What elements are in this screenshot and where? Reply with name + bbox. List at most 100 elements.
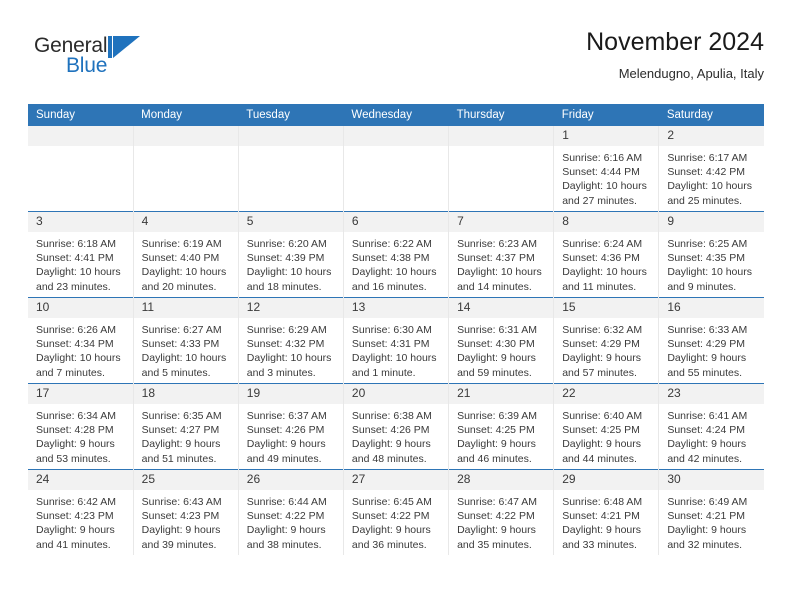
- sunset-text: Sunset: 4:32 PM: [246, 338, 325, 351]
- calendar-day-cell[interactable]: 16 Sunrise: 6:33 AM Sunset: 4:29 PM Dayligh…: [658, 297, 764, 384]
- calendar-day-cell[interactable]: 4 Sunrise: 6:19 AM Sunset: 4:40 PM Daylight…: [133, 211, 239, 298]
- calendar-day-cell[interactable]: 26 Sunrise: 6:44 AM Sunset: 4:22 PM Dayligh…: [238, 469, 344, 555]
- sunset-text: Sunset: 4:28 PM: [36, 424, 114, 437]
- sunrise-text: Sunrise: 6:18 AM: [36, 238, 116, 250]
- calendar-day-cell[interactable]: 6 Sunrise: 6:22 AM Sunset: 4:38 PM Daylight…: [343, 211, 450, 298]
- calendar-week-row: 24 Sunrise: 6:42 AM Sunset: 4:23 PM Dayligh…: [28, 469, 764, 555]
- sunset-text: Sunset: 4:31 PM: [351, 338, 430, 351]
- weekday-header-thursday: Thursday: [448, 104, 554, 126]
- day-details: Sunrise: 6:34 AM Sunset: 4:28 PM Daylight:…: [28, 404, 133, 466]
- calendar-day-cell-empty: [238, 126, 344, 212]
- daylight-text: Daylight: 10 hours and 20 minutes.: [141, 266, 227, 293]
- calendar-day-cell[interactable]: 7 Sunrise: 6:23 AM Sunset: 4:37 PM Daylight…: [448, 211, 555, 298]
- day-details: Sunrise: 6:44 AM Sunset: 4:22 PM Daylight:…: [239, 490, 343, 552]
- day-number: 26: [238, 470, 343, 490]
- daylight-text: Daylight: 10 hours and 16 minutes.: [351, 266, 437, 293]
- sunset-text: Sunset: 4:40 PM: [141, 252, 220, 265]
- calendar-day-cell[interactable]: 17 Sunrise: 6:34 AM Sunset: 4:28 PM Dayligh…: [28, 383, 134, 470]
- calendar-day-cell-empty: [343, 126, 450, 212]
- day-number: 8: [554, 212, 659, 232]
- calendar-day-cell[interactable]: 29 Sunrise: 6:48 AM Sunset: 4:21 PM Dayligh…: [553, 469, 660, 555]
- day-details: Sunrise: 6:39 AM Sunset: 4:25 PM Daylight:…: [449, 404, 553, 466]
- sunrise-text: Sunrise: 6:35 AM: [141, 410, 222, 422]
- sunrise-text: Sunrise: 6:26 AM: [36, 324, 116, 336]
- calendar-day-cell[interactable]: 3 Sunrise: 6:18 AM Sunset: 4:41 PM Daylight…: [28, 211, 134, 298]
- sunrise-text: Sunrise: 6:48 AM: [562, 496, 643, 508]
- sunset-text: Sunset: 4:22 PM: [246, 510, 325, 523]
- day-number: 17: [28, 384, 133, 404]
- calendar-day-cell[interactable]: 1 Sunrise: 6:16 AM Sunset: 4:44 PM Daylight…: [553, 126, 660, 212]
- calendar-day-cell[interactable]: 10 Sunrise: 6:26 AM Sunset: 4:34 PM Dayligh…: [28, 297, 134, 384]
- calendar-week-row: 10 Sunrise: 6:26 AM Sunset: 4:34 PM Dayligh…: [28, 297, 764, 384]
- sunset-text: Sunset: 4:30 PM: [457, 338, 535, 351]
- brand-logo[interactable]: General Blue: [34, 34, 214, 90]
- calendar-day-cell[interactable]: 21 Sunrise: 6:39 AM Sunset: 4:25 PM Dayligh…: [448, 383, 555, 470]
- day-details: Sunrise: 6:27 AM Sunset: 4:33 PM Daylight:…: [134, 318, 238, 380]
- title-block: November 2024 Melendugno, Apulia, Italy: [586, 26, 764, 84]
- day-details: [449, 146, 553, 151]
- calendar-day-cell[interactable]: 27 Sunrise: 6:45 AM Sunset: 4:22 PM Dayligh…: [343, 469, 450, 555]
- day-number: 15: [554, 298, 659, 318]
- sunset-text: Sunset: 4:25 PM: [457, 424, 535, 437]
- daylight-text: Daylight: 9 hours and 59 minutes.: [457, 352, 536, 379]
- daylight-text: Daylight: 10 hours and 14 minutes.: [457, 266, 542, 293]
- sunrise-text: Sunrise: 6:34 AM: [36, 410, 116, 422]
- calendar-day-cell[interactable]: 20 Sunrise: 6:38 AM Sunset: 4:26 PM Dayligh…: [343, 383, 450, 470]
- day-number: 3: [28, 212, 133, 232]
- day-number: [449, 126, 554, 146]
- logo-triangle-shape: [113, 36, 140, 58]
- daylight-text: Daylight: 10 hours and 11 minutes.: [562, 266, 647, 293]
- sunset-text: Sunset: 4:41 PM: [36, 252, 114, 265]
- sunset-text: Sunset: 4:23 PM: [36, 510, 114, 523]
- day-number: 9: [659, 212, 764, 232]
- day-number: 27: [343, 470, 449, 490]
- day-details: Sunrise: 6:33 AM Sunset: 4:29 PM Daylight:…: [659, 318, 764, 380]
- calendar-day-cell[interactable]: 8 Sunrise: 6:24 AM Sunset: 4:36 PM Daylight…: [553, 211, 660, 298]
- sunrise-text: Sunrise: 6:40 AM: [562, 410, 643, 422]
- calendar-day-cell[interactable]: 15 Sunrise: 6:32 AM Sunset: 4:29 PM Dayligh…: [553, 297, 660, 384]
- day-number: 2: [659, 126, 764, 146]
- day-number: 5: [238, 212, 343, 232]
- calendar-day-cell[interactable]: 14 Sunrise: 6:31 AM Sunset: 4:30 PM Dayligh…: [448, 297, 555, 384]
- daylight-text: Daylight: 10 hours and 3 minutes.: [246, 352, 332, 379]
- daylight-text: Daylight: 9 hours and 39 minutes.: [141, 524, 221, 551]
- calendar-day-cell[interactable]: 9 Sunrise: 6:25 AM Sunset: 4:35 PM Daylight…: [658, 211, 764, 298]
- calendar-day-cell[interactable]: 30 Sunrise: 6:49 AM Sunset: 4:21 PM Dayligh…: [658, 469, 764, 555]
- calendar-day-cell[interactable]: 13 Sunrise: 6:30 AM Sunset: 4:31 PM Dayligh…: [343, 297, 450, 384]
- calendar-day-cell[interactable]: 28 Sunrise: 6:47 AM Sunset: 4:22 PM Dayligh…: [448, 469, 555, 555]
- daylight-text: Daylight: 9 hours and 46 minutes.: [457, 438, 536, 465]
- daylight-text: Daylight: 9 hours and 57 minutes.: [562, 352, 641, 379]
- calendar-day-cell[interactable]: 19 Sunrise: 6:37 AM Sunset: 4:26 PM Dayligh…: [238, 383, 344, 470]
- sunrise-text: Sunrise: 6:41 AM: [667, 410, 748, 422]
- day-number: [238, 126, 343, 146]
- day-details: Sunrise: 6:17 AM Sunset: 4:42 PM Daylight:…: [659, 146, 764, 208]
- sunrise-text: Sunrise: 6:44 AM: [246, 496, 327, 508]
- day-number: 6: [343, 212, 449, 232]
- calendar-day-cell[interactable]: 5 Sunrise: 6:20 AM Sunset: 4:39 PM Daylight…: [238, 211, 344, 298]
- day-number: 13: [343, 298, 449, 318]
- calendar-week-row: 3 Sunrise: 6:18 AM Sunset: 4:41 PM Daylight…: [28, 211, 764, 298]
- calendar-day-cell[interactable]: 23 Sunrise: 6:41 AM Sunset: 4:24 PM Dayligh…: [658, 383, 764, 470]
- daylight-text: Daylight: 9 hours and 48 minutes.: [351, 438, 431, 465]
- sunset-text: Sunset: 4:36 PM: [562, 252, 640, 265]
- day-number: 30: [659, 470, 764, 490]
- sunset-text: Sunset: 4:26 PM: [246, 424, 325, 437]
- calendar-day-cell[interactable]: 18 Sunrise: 6:35 AM Sunset: 4:27 PM Dayligh…: [133, 383, 239, 470]
- calendar-day-cell[interactable]: 22 Sunrise: 6:40 AM Sunset: 4:25 PM Dayligh…: [553, 383, 660, 470]
- calendar-day-cell[interactable]: 11 Sunrise: 6:27 AM Sunset: 4:33 PM Dayligh…: [133, 297, 239, 384]
- calendar-day-cell[interactable]: 12 Sunrise: 6:29 AM Sunset: 4:32 PM Dayligh…: [238, 297, 344, 384]
- daylight-text: Daylight: 10 hours and 1 minute.: [351, 352, 437, 379]
- day-details: Sunrise: 6:26 AM Sunset: 4:34 PM Daylight:…: [28, 318, 133, 380]
- sunset-text: Sunset: 4:35 PM: [667, 252, 745, 265]
- day-details: Sunrise: 6:40 AM Sunset: 4:25 PM Daylight:…: [554, 404, 658, 466]
- calendar-day-cell[interactable]: 25 Sunrise: 6:43 AM Sunset: 4:23 PM Dayligh…: [133, 469, 239, 555]
- sunset-text: Sunset: 4:42 PM: [667, 166, 745, 179]
- day-details: Sunrise: 6:24 AM Sunset: 4:36 PM Daylight:…: [554, 232, 658, 294]
- calendar-day-cell[interactable]: 2 Sunrise: 6:17 AM Sunset: 4:42 PM Daylight…: [658, 126, 764, 212]
- sunrise-text: Sunrise: 6:43 AM: [141, 496, 222, 508]
- calendar-day-cell[interactable]: 24 Sunrise: 6:42 AM Sunset: 4:23 PM Dayligh…: [28, 469, 134, 555]
- day-details: [344, 146, 448, 151]
- sunset-text: Sunset: 4:24 PM: [667, 424, 745, 437]
- sunrise-text: Sunrise: 6:45 AM: [351, 496, 432, 508]
- day-details: Sunrise: 6:31 AM Sunset: 4:30 PM Daylight:…: [449, 318, 553, 380]
